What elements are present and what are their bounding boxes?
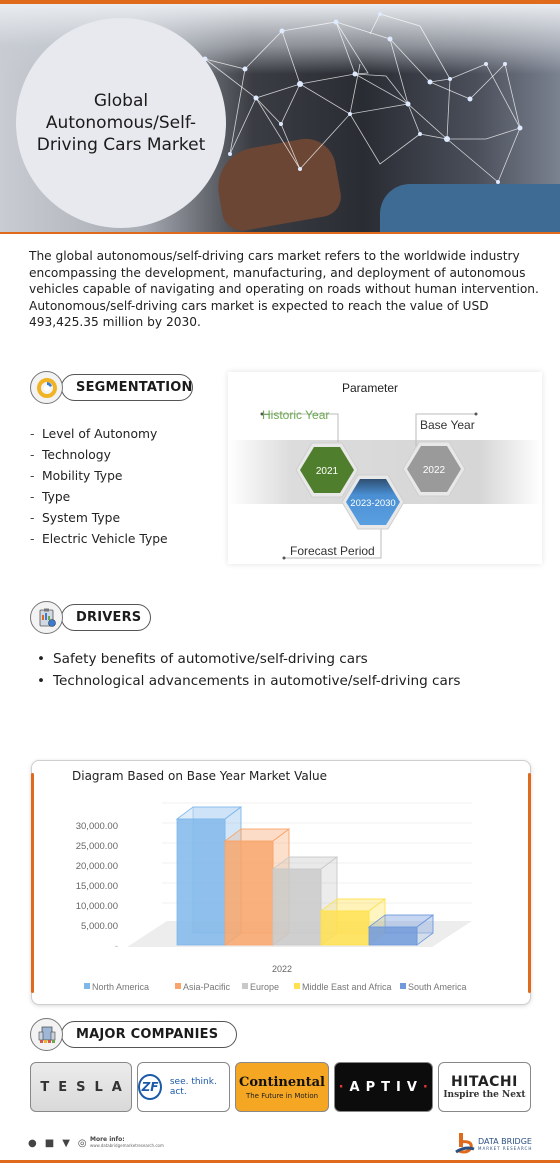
drivers-title: DRIVERS bbox=[61, 604, 151, 631]
data-bridge-mark-icon bbox=[455, 1133, 475, 1154]
segment-item: Level of Autonomy bbox=[30, 424, 168, 445]
legend-item: Middle East and Africa bbox=[294, 982, 392, 992]
hero-divider bbox=[0, 232, 560, 234]
bar-front bbox=[320, 910, 370, 946]
historic-year-label: Historic Year bbox=[262, 408, 329, 422]
y-tick-label: 30,000.00 bbox=[76, 821, 118, 832]
legend-swatch bbox=[294, 983, 300, 989]
legend-label: Middle East and Africa bbox=[302, 982, 392, 992]
footer: ● ■ ▼ ◎ More info: www.databridgemarketr… bbox=[0, 1130, 560, 1163]
legend-swatch bbox=[84, 983, 90, 989]
bar-front bbox=[176, 818, 226, 946]
whatsapp-icon[interactable]: ● bbox=[28, 1138, 37, 1149]
title-circle: Global Autonomous/Self-Driving Cars Mark… bbox=[16, 18, 226, 228]
continental-logo: Continental The Future in Motion bbox=[235, 1062, 329, 1112]
legend-swatch bbox=[175, 983, 181, 989]
y-tick-label: 5,000.00 bbox=[81, 921, 118, 932]
intro-paragraph: The global autonomous/self-driving cars … bbox=[29, 249, 539, 330]
pie-gear-icon bbox=[30, 371, 63, 404]
chart-title: Diagram Based on Base Year Market Value bbox=[72, 769, 328, 783]
companies-header: MAJOR COMPANIES bbox=[30, 1018, 237, 1051]
twitter-icon[interactable]: ▼ bbox=[62, 1138, 70, 1149]
y-tick-label: 15,000.00 bbox=[76, 881, 118, 892]
bar-south-america bbox=[367, 914, 435, 946]
y-tick-label: 20,000.00 bbox=[76, 861, 118, 872]
base-year-value: 2022 bbox=[423, 465, 446, 476]
legend-swatch bbox=[400, 983, 406, 989]
y-tick-label: - bbox=[115, 941, 118, 952]
bar-front bbox=[272, 868, 322, 946]
x-axis-label: 2022 bbox=[272, 964, 292, 974]
hero-banner: Global Autonomous/Self-Driving Cars Mark… bbox=[0, 4, 560, 232]
page-title: Global Autonomous/Self-Driving Cars Mark… bbox=[36, 91, 206, 155]
legend-label: North America bbox=[92, 982, 149, 992]
segment-item: Mobility Type bbox=[30, 466, 168, 487]
driver-item: Safety benefits of automotive/self-drivi… bbox=[37, 648, 461, 670]
legend-item: Europe bbox=[242, 982, 279, 992]
facebook-icon[interactable]: ■ bbox=[45, 1138, 54, 1149]
segmentation-header: SEGMENTATION bbox=[30, 371, 193, 404]
market-value-chart-card: Diagram Based on Base Year Market Value … bbox=[31, 760, 531, 1005]
y-tick-label: 10,000.00 bbox=[76, 901, 118, 912]
legend-label: South America bbox=[408, 982, 467, 992]
zf-logo: ZF see. think. act. bbox=[137, 1062, 231, 1112]
drivers-list: Safety benefits of automotive/self-drivi… bbox=[37, 648, 461, 692]
drivers-header: DRIVERS bbox=[30, 601, 151, 634]
data-bridge-logo: DATA BRIDGE MARKET RESEARCH bbox=[455, 1132, 532, 1156]
driver-item: Technological advancements in automotive… bbox=[37, 670, 461, 692]
forecast-period-value: 2023-2030 bbox=[350, 498, 395, 509]
y-tick-label: 25,000.00 bbox=[76, 841, 118, 852]
segment-item: Type bbox=[30, 487, 168, 508]
companies-title: MAJOR COMPANIES bbox=[61, 1021, 237, 1048]
hitachi-logo: HITACHI Inspire the Next bbox=[437, 1062, 532, 1112]
tesla-logo: TESLA bbox=[30, 1062, 133, 1112]
more-info: More info: www.databridgemarketresearch.… bbox=[90, 1136, 164, 1148]
base-year-label: Base Year bbox=[420, 418, 475, 432]
buildings-icon bbox=[30, 1018, 63, 1051]
bar-chart: - 5,000.00 10,000.00 15,000.00 20,000.00 25,0… bbox=[76, 802, 472, 992]
segment-item: Technology bbox=[30, 445, 168, 466]
instagram-icon[interactable]: ◎ bbox=[78, 1138, 87, 1149]
company-logos: TESLA ZF see. think. act. Continental Th… bbox=[30, 1062, 532, 1112]
segmentation-list: Level of Autonomy Technology Mobility Ty… bbox=[30, 424, 168, 550]
segmentation-title: SEGMENTATION bbox=[61, 374, 193, 401]
legend-label: Asia-Pacific bbox=[183, 982, 231, 992]
historic-year-value: 2021 bbox=[316, 466, 339, 477]
segment-item: System Type bbox=[30, 508, 168, 529]
legend-item: North America bbox=[84, 982, 149, 992]
parameter-title: Parameter bbox=[342, 381, 398, 395]
legend-swatch bbox=[242, 983, 248, 989]
bar-front bbox=[368, 926, 418, 946]
forecast-period-label: Forecast Period bbox=[290, 544, 375, 558]
clipboard-chart-icon bbox=[30, 601, 63, 634]
segment-item: Electric Vehicle Type bbox=[30, 529, 168, 550]
website-link[interactable]: www.databridgemarketresearch.com bbox=[90, 1143, 164, 1148]
aptiv-logo: · APTIV · bbox=[333, 1062, 433, 1112]
social-links: ● ■ ▼ ◎ bbox=[28, 1138, 87, 1149]
legend-label: Europe bbox=[250, 982, 279, 992]
legend-item: South America bbox=[400, 982, 467, 992]
legend-item: Asia-Pacific bbox=[175, 982, 231, 992]
bar-front bbox=[224, 840, 274, 946]
parameter-diagram: Parameter Historic Year Base Year Foreca… bbox=[228, 372, 542, 564]
